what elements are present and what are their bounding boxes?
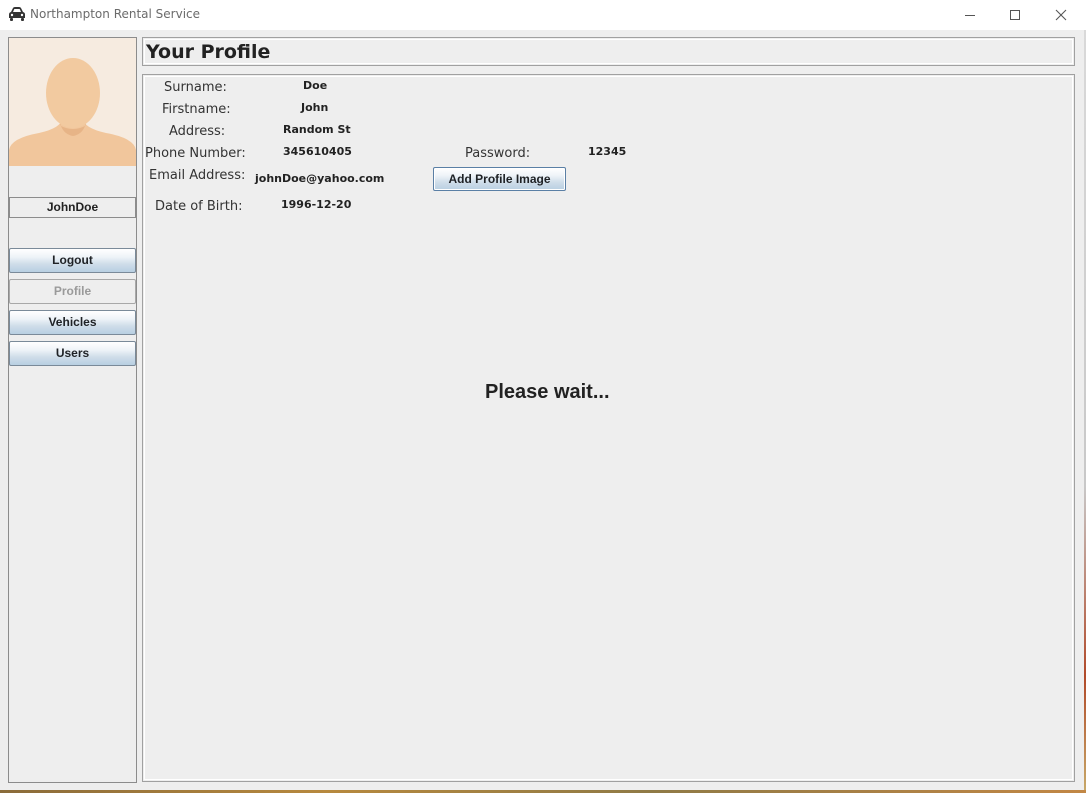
address-value: Random St (283, 123, 351, 136)
firstname-value: John (301, 101, 329, 114)
email-address-label: Email Address: (149, 168, 246, 183)
car-icon (8, 6, 26, 22)
minimize-icon[interactable] (947, 0, 993, 30)
page-title: Your Profile (146, 41, 271, 63)
username-label: JohnDoe (9, 197, 136, 218)
default-avatar-icon (9, 38, 136, 166)
window-title: Northampton Rental Service (30, 7, 201, 21)
maximize-icon[interactable] (992, 0, 1038, 30)
email-address-value: johnDoe@yahoo.com (255, 172, 385, 185)
date-of-birth-label: Date of Birth: (155, 199, 243, 214)
surname-value: Doe (303, 79, 328, 92)
vehicles-button[interactable]: Vehicles (9, 310, 136, 335)
logout-button[interactable]: Logout (9, 248, 136, 273)
phone-number-label: Phone Number: (145, 146, 246, 161)
close-icon[interactable] (1038, 0, 1084, 30)
address-label: Address: (169, 124, 226, 139)
profile-button[interactable]: Profile (9, 279, 136, 304)
users-button[interactable]: Users (9, 341, 136, 366)
surname-label: Surname: (164, 80, 227, 95)
add-profile-image-button[interactable]: Add Profile Image (433, 167, 566, 191)
header-panel: Your Profile (142, 37, 1075, 66)
title-bar[interactable]: Northampton Rental Service (0, 0, 1086, 30)
password-label: Password: (465, 146, 531, 161)
date-of-birth-value: 1996-12-20 (281, 198, 352, 211)
sidebar: JohnDoe Logout Profile Vehicles Users (8, 37, 137, 783)
firstname-label: Firstname: (162, 102, 231, 117)
phone-number-value: 345610405 (283, 145, 352, 158)
password-value: 12345 (588, 145, 627, 158)
loading-status-text: Please wait... (485, 381, 610, 403)
